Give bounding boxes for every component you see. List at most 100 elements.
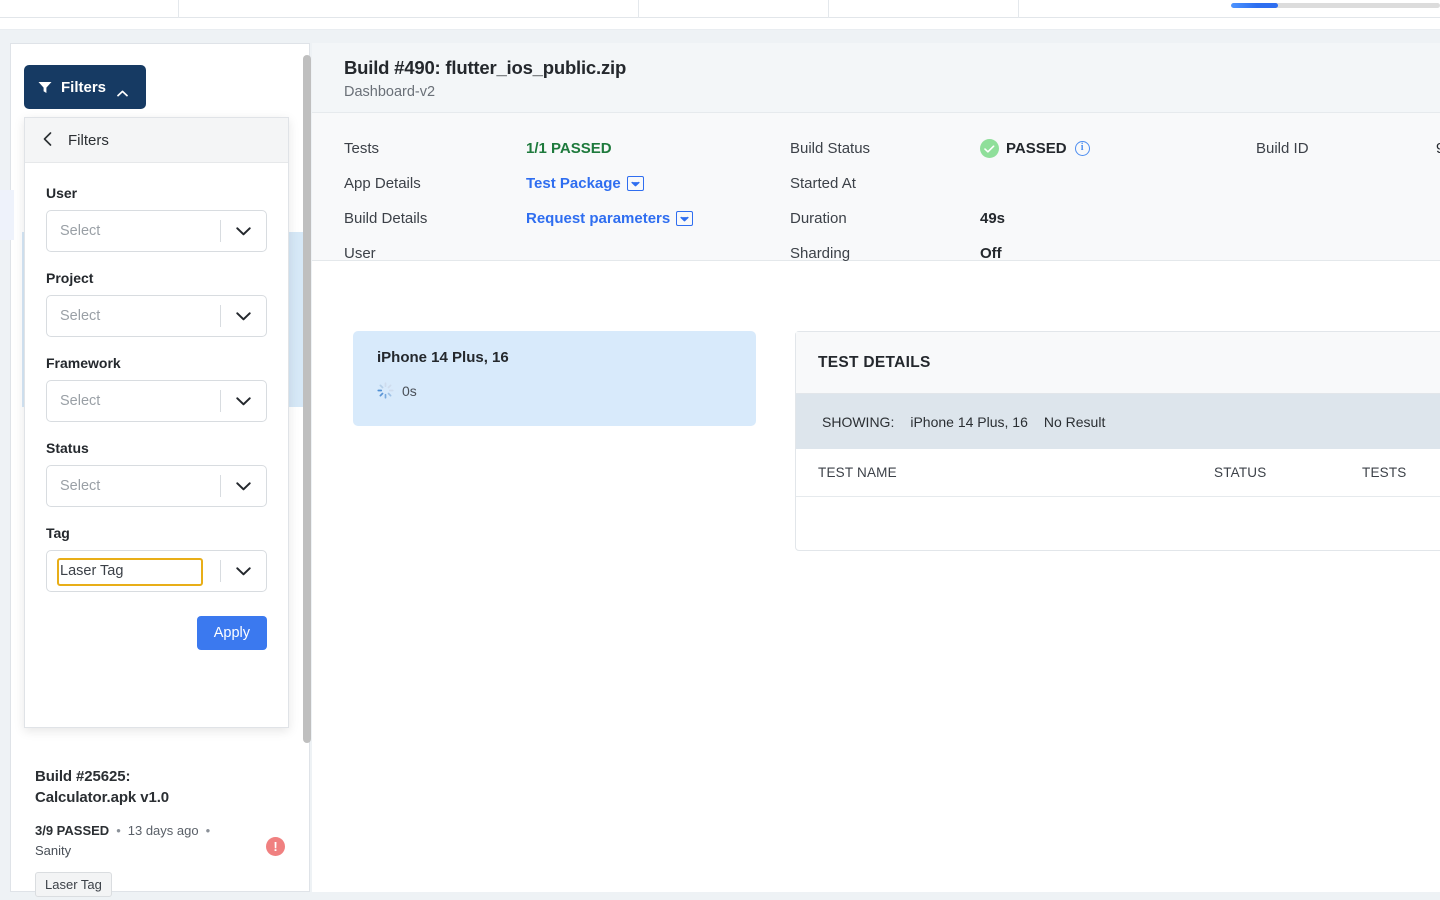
filter-select-status[interactable]: Select (46, 465, 267, 507)
chevron-down-icon[interactable] (221, 567, 266, 576)
summary-column-middle: Build Status PASSED i Started At Duratio… (790, 131, 1260, 271)
filter-value-project: Select (47, 308, 220, 324)
chevron-down-icon[interactable] (221, 312, 266, 321)
summary-row: Build Status PASSED i (790, 131, 1260, 166)
meta-separator: • (206, 821, 211, 840)
summary-row: Started At (790, 166, 1260, 201)
summary-row: Duration 49s (790, 201, 1260, 236)
header-divider (638, 0, 639, 18)
summary-row: Build Details Request parameters (344, 201, 764, 236)
filters-apply-row: Apply (25, 610, 288, 650)
column-header-tests: TESTS (1362, 465, 1407, 480)
test-details-column-headers: TEST NAME STATUS TESTS (796, 449, 1440, 497)
summary-key: Build Status (790, 140, 980, 157)
summary-column-right: Build ID 94 (1256, 131, 1440, 166)
test-package-link[interactable]: Test Package (526, 175, 621, 192)
summary-key: Build Details (344, 210, 526, 227)
filters-dropdown-panel: Filters User Select Project Select Frame… (24, 117, 289, 728)
header-divider (1018, 0, 1019, 18)
summary-row: App Details Test Package (344, 166, 764, 201)
apply-button[interactable]: Apply (197, 616, 267, 650)
test-details-header: TEST DETAILS (796, 332, 1440, 394)
chevron-down-icon[interactable] (221, 227, 266, 236)
top-partial-header (0, 0, 1440, 18)
progress-bar-track (1231, 3, 1440, 8)
chevron-up-icon (117, 84, 128, 91)
filters-button[interactable]: Filters (24, 65, 146, 109)
summary-row: User (344, 236, 764, 271)
build-item-tag-chip[interactable]: Laser Tag (35, 872, 112, 897)
build-list-scrollbar-thumb[interactable] (303, 55, 311, 743)
filter-label-framework: Framework (46, 355, 267, 371)
loading-spinner-icon (377, 382, 394, 399)
test-details-showing-bar: SHOWING: iPhone 14 Plus, 16 No Result (796, 394, 1440, 449)
top-header-shadow (0, 18, 1440, 30)
build-item-title-line2: Calculator.apk v1.0 (35, 789, 169, 806)
summary-key: Tests (344, 140, 526, 157)
summary-value-tests: 1/1 PASSED (526, 140, 612, 157)
filters-panel-body: User Select Project Select Framework Sel… (25, 163, 288, 592)
showing-label: SHOWING: (822, 414, 894, 430)
device-duration-row: 0s (377, 382, 732, 399)
error-badge-icon[interactable]: ! (266, 837, 285, 856)
filter-label-project: Project (46, 270, 267, 286)
build-summary: Tests 1/1 PASSED App Details Test Packag… (312, 113, 1440, 261)
summary-row: Tests 1/1 PASSED (344, 131, 764, 166)
app-root: Build #25625: Calculator.apk v1.0 3/9 PA… (0, 0, 1440, 900)
filter-select-user[interactable]: Select (46, 210, 267, 252)
page-background-gap (0, 30, 1440, 43)
tag-field-highlight-box (57, 558, 203, 586)
summary-row: Sharding Off (790, 236, 1260, 271)
build-item-title-line1: Build #25625: (35, 768, 130, 785)
summary-column-left: Tests 1/1 PASSED App Details Test Packag… (344, 131, 764, 271)
chevron-down-icon[interactable] (627, 176, 644, 191)
filter-select-tag[interactable]: Laser Tag (46, 550, 267, 592)
header-divider (178, 0, 179, 18)
page-title: Build #490: flutter_ios_public.zip (344, 57, 1408, 79)
filter-select-project[interactable]: Select (46, 295, 267, 337)
chevron-left-icon[interactable] (43, 132, 52, 149)
list-item[interactable]: Build #25625: Calculator.apk v1.0 3/9 PA… (35, 766, 303, 897)
header-divider (828, 0, 829, 18)
summary-key: App Details (344, 175, 526, 192)
funnel-icon (38, 81, 52, 94)
test-details-panel: TEST DETAILS SHOWING: iPhone 14 Plus, 16… (795, 331, 1440, 551)
meta-separator: • (116, 821, 121, 840)
summary-key: Sharding (790, 245, 980, 262)
column-header-test-name: TEST NAME (818, 465, 897, 480)
filter-label-tag: Tag (46, 525, 267, 541)
filter-value-framework: Select (47, 393, 220, 409)
info-icon[interactable]: i (1075, 141, 1090, 156)
chevron-down-icon[interactable] (676, 211, 693, 226)
build-item-project: Sanity (35, 843, 303, 858)
filters-panel-header: Filters (25, 118, 288, 163)
filters-panel-title: Filters (68, 132, 109, 149)
summary-key: Build ID (1256, 140, 1436, 157)
selected-build-edge-marker (0, 190, 14, 240)
summary-value-sharding: Off (980, 245, 1002, 262)
progress-bar-fill (1231, 3, 1278, 8)
page-subtitle: Dashboard-v2 (344, 84, 1408, 100)
status-badge: PASSED (1006, 140, 1067, 157)
filter-value-status: Select (47, 478, 220, 494)
chevron-down-icon[interactable] (221, 482, 266, 491)
summary-value-duration: 49s (980, 210, 1005, 227)
column-header-status: STATUS (1214, 465, 1266, 480)
showing-result: No Result (1044, 414, 1105, 430)
showing-device: iPhone 14 Plus, 16 (910, 414, 1028, 430)
build-header: Build #490: flutter_ios_public.zip Dashb… (312, 43, 1440, 113)
main-content: Build #490: flutter_ios_public.zip Dashb… (312, 43, 1440, 892)
summary-row: Build ID 94 (1256, 131, 1440, 166)
filter-value-user: Select (47, 223, 220, 239)
summary-key: Started At (790, 175, 980, 192)
build-item-age: 13 days ago (128, 821, 199, 840)
filter-select-framework[interactable]: Select (46, 380, 267, 422)
request-parameters-link[interactable]: Request parameters (526, 210, 670, 227)
check-circle-icon (980, 139, 999, 158)
filters-button-label: Filters (61, 79, 106, 96)
summary-key: User (344, 245, 526, 262)
device-name: iPhone 14 Plus, 16 (377, 349, 732, 366)
device-card[interactable]: iPhone 14 Plus, 16 (353, 331, 756, 426)
build-item-title: Build #25625: Calculator.apk v1.0 (35, 766, 303, 808)
chevron-down-icon[interactable] (221, 397, 266, 406)
